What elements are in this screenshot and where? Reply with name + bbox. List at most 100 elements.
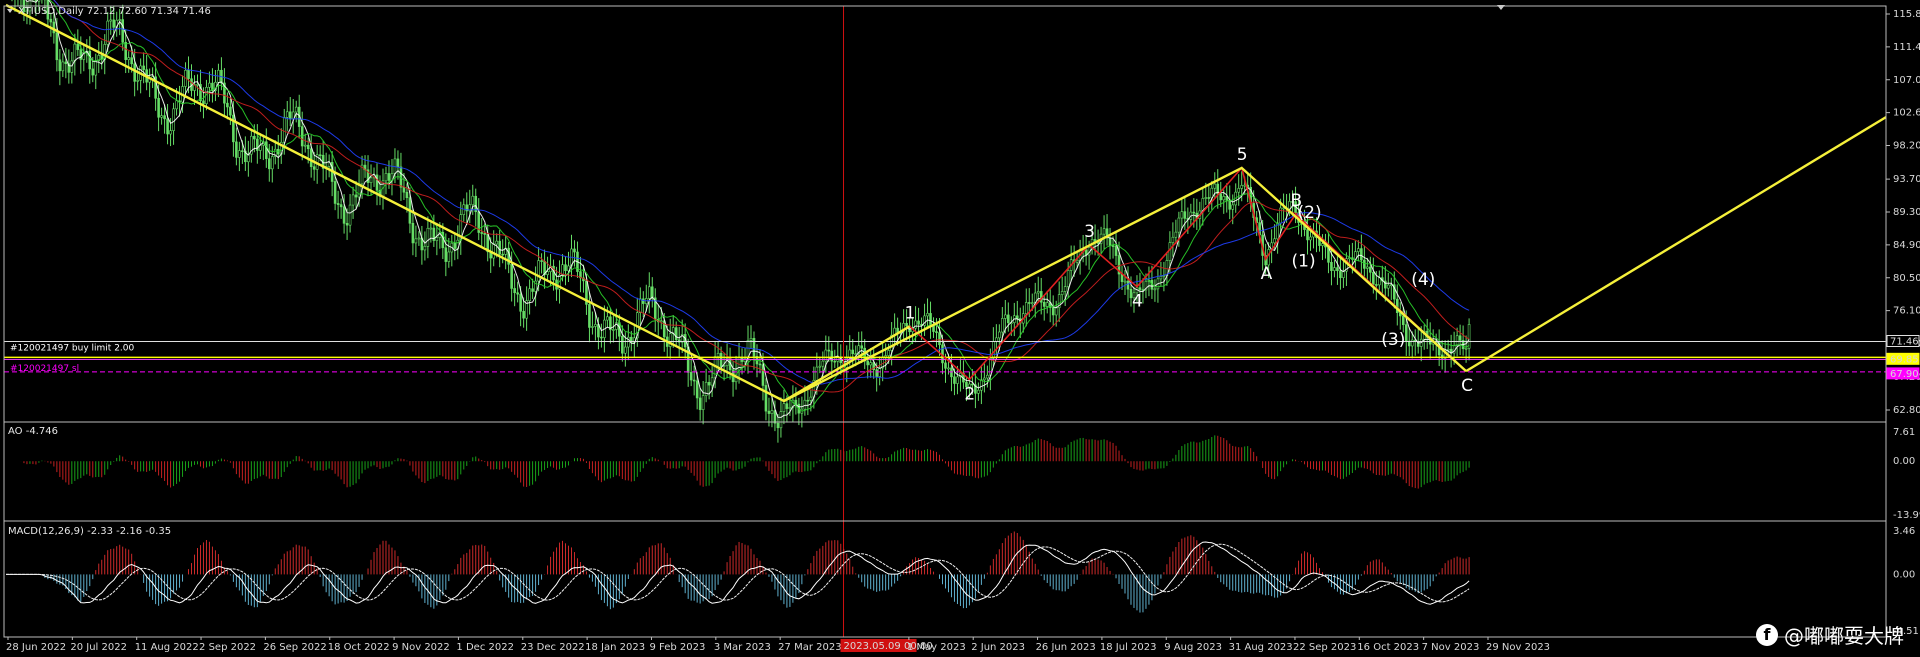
candle-body — [238, 150, 241, 158]
candle-body — [1153, 288, 1157, 291]
candle-body — [333, 181, 337, 204]
candle-body — [345, 223, 349, 226]
date-tick-label: 1 Dec 2022 — [456, 642, 514, 653]
candle-body — [1063, 286, 1067, 292]
candle-body — [647, 286, 651, 299]
candle-body — [1330, 262, 1333, 271]
candle-body — [163, 115, 166, 120]
candle-body — [76, 43, 80, 50]
candle-body — [1267, 249, 1270, 266]
candle-body — [136, 80, 139, 82]
candle-body — [821, 360, 825, 367]
candle-body — [1410, 339, 1414, 347]
price-tick-label: 107.00 — [1893, 75, 1920, 86]
candle-body — [354, 194, 358, 198]
candle-body — [522, 310, 525, 319]
candle-body — [1171, 236, 1175, 243]
candle-body — [94, 60, 98, 76]
price-label-text: 71.46 — [1890, 337, 1919, 348]
candle-body — [61, 61, 65, 72]
candle-body — [938, 332, 941, 346]
candle-body — [573, 248, 576, 253]
candle-body — [591, 326, 594, 328]
wave-label: 4 — [1132, 292, 1143, 312]
macd-tick-label: 3.46 — [1893, 526, 1915, 537]
candle-body — [1004, 314, 1007, 319]
subwave-label: (4) — [1411, 270, 1435, 290]
candle-body — [157, 97, 160, 118]
candle-body — [480, 232, 484, 234]
candle-body — [1231, 204, 1235, 210]
candle-body — [698, 397, 702, 410]
candle-body — [447, 251, 451, 262]
candle-body — [953, 376, 956, 384]
candle-body — [827, 349, 831, 352]
candle-body — [884, 355, 887, 358]
candle-body — [764, 385, 768, 412]
candle-body — [815, 366, 819, 381]
candle-body — [1042, 301, 1046, 307]
candle-body — [600, 336, 603, 339]
candle-body — [270, 156, 274, 170]
facebook-icon: f — [1756, 623, 1778, 646]
candle-body — [869, 362, 872, 366]
candle-body — [1024, 302, 1028, 315]
candle-body — [528, 288, 531, 302]
candle-body — [187, 69, 190, 80]
candle-body — [1192, 211, 1196, 214]
candle-body — [1180, 211, 1184, 219]
candle-body — [1378, 277, 1381, 286]
candle-body — [1213, 183, 1217, 189]
candle-body — [306, 144, 310, 150]
candle-body — [1333, 267, 1336, 271]
candle-body — [1404, 324, 1408, 342]
price-tick-label: 93.70 — [1893, 174, 1920, 185]
date-tick-label: 27 Mar 2023 — [778, 642, 841, 653]
candle-body — [267, 158, 271, 170]
candle-body — [779, 411, 783, 429]
candle-body — [1369, 266, 1372, 273]
candle-body — [776, 422, 780, 429]
candle-body — [495, 240, 498, 245]
candle-body — [707, 381, 711, 386]
date-tick-label: 2 Sep 2022 — [199, 642, 256, 653]
candle-body — [208, 82, 211, 88]
date-tick-label: 9 Aug 2023 — [1164, 642, 1222, 653]
candle-body — [130, 57, 133, 65]
trading-chart[interactable]: #120021497 buy limit 2.00 #120021497 sl 1 2… — [0, 0, 1920, 657]
candle-body — [282, 117, 286, 143]
candle-body — [516, 292, 519, 295]
candle-body — [944, 362, 947, 369]
candle-body — [926, 313, 929, 317]
candle-body — [55, 32, 59, 61]
candle-body — [1222, 196, 1226, 201]
candle-body — [977, 389, 980, 394]
candle-body — [118, 19, 121, 21]
candle-body — [947, 367, 950, 370]
candle-body — [483, 232, 487, 235]
date-tick-label: 18 Jan 2023 — [585, 642, 645, 653]
date-tick-label: 11 Aug 2022 — [135, 642, 199, 653]
watermark: f @嘟嘟耍大牌 — [1756, 620, 1904, 649]
candle-body — [1168, 242, 1172, 261]
candle-body — [1015, 315, 1019, 319]
candle-body — [417, 237, 421, 240]
candle-body — [851, 349, 855, 354]
candle-body — [1207, 197, 1211, 199]
candle-body — [318, 154, 322, 157]
candle-body — [303, 144, 307, 147]
candle-body — [229, 106, 232, 116]
candle-body — [866, 360, 869, 366]
candle-body — [956, 376, 959, 384]
candle-body — [414, 238, 418, 244]
candle-body — [564, 264, 567, 272]
price-tick-label: 62.80 — [1893, 405, 1920, 416]
candle-body — [531, 288, 534, 292]
candle-body — [887, 350, 890, 356]
ao-tick-label: 7.61 — [1893, 427, 1915, 438]
candle-body — [1102, 228, 1106, 235]
wave-label: 3 — [1084, 222, 1095, 242]
candle-body — [639, 298, 642, 313]
wave-label: A — [1261, 264, 1273, 284]
candle-body — [384, 173, 388, 182]
